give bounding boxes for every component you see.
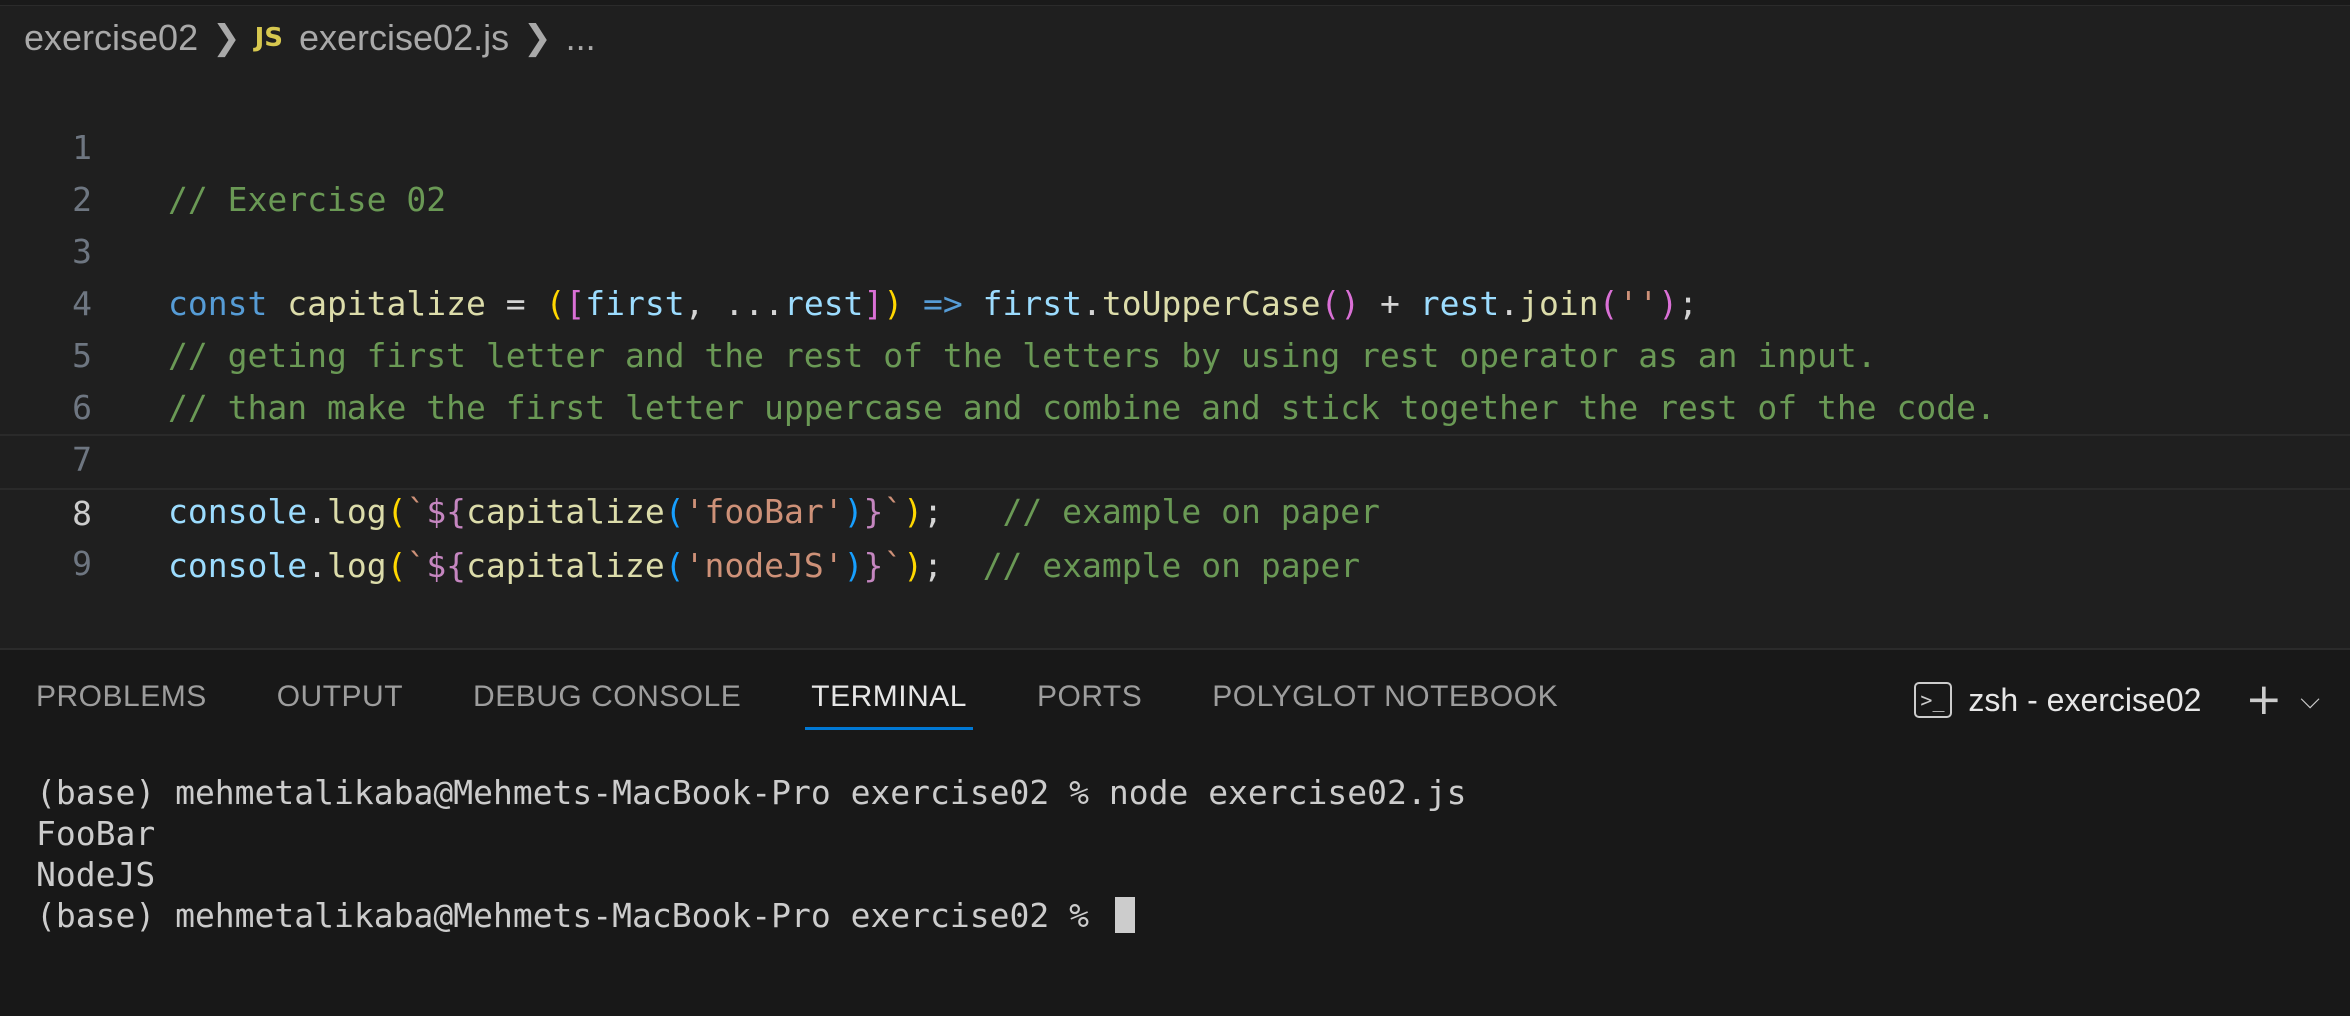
terminal-toolbar: >_ zsh - exercise02 + ⌵ — [1914, 678, 2320, 722]
code-editor[interactable]: 1 // Exercise 02 2 3 const capitalize = … — [0, 70, 2350, 650]
terminal-line: (base) mehmetalikaba@Mehmets-MacBook-Pro… — [36, 773, 1467, 812]
line-number: 9 — [72, 544, 92, 583]
chevron-down-icon[interactable]: ⌵ — [2300, 684, 2320, 716]
tab-polyglot-notebook[interactable]: POLYGLOT NOTEBOOK — [1212, 680, 1558, 730]
panel-tabs: PROBLEMS OUTPUT DEBUG CONSOLE TERMINAL P… — [36, 680, 1628, 730]
tab-debug-console[interactable]: DEBUG CONSOLE — [473, 680, 741, 730]
javascript-file-icon: JS — [254, 23, 283, 53]
tab-problems[interactable]: PROBLEMS — [36, 680, 207, 730]
breadcrumb: exercise02 ❯ JS exercise02.js ❯ ... — [24, 14, 596, 62]
code-line[interactable]: 4 // geting first letter and the rest of… — [0, 226, 2350, 375]
terminal-cursor — [1114, 897, 1135, 933]
terminal-line: FooBar — [36, 814, 156, 853]
code-statement: console.log(`${capitalize('nodeJS')}`); … — [168, 546, 1361, 585]
tab-output[interactable]: OUTPUT — [277, 680, 403, 730]
chevron-right-icon: ❯ — [212, 19, 241, 57]
breadcrumb-folder[interactable]: exercise02 — [24, 17, 198, 59]
chevron-right-icon: ❯ — [523, 19, 552, 57]
terminal-output[interactable]: (base) mehmetalikaba@Mehmets-MacBook-Pro… — [36, 772, 1466, 936]
code-line-active[interactable]: 8 console.log(`${capitalize('nodeJS')}`)… — [0, 434, 2350, 585]
terminal-line: NodeJS — [36, 855, 156, 894]
breadcrumb-symbols[interactable]: ... — [566, 17, 596, 59]
code-line[interactable]: 6 — [0, 330, 2350, 427]
code-line[interactable]: 5 // than make the first letter uppercas… — [0, 278, 2350, 427]
tab-ports[interactable]: PORTS — [1037, 680, 1142, 730]
code-line[interactable]: 9 — [0, 486, 2350, 583]
terminal-prompt-line[interactable]: (base) mehmetalikaba@Mehmets-MacBook-Pro… — [36, 895, 1466, 936]
code-line[interactable]: 2 — [0, 122, 2350, 219]
breadcrumb-file[interactable]: exercise02.js — [299, 17, 509, 59]
bottom-panel: PROBLEMS OUTPUT DEBUG CONSOLE TERMINAL P… — [0, 648, 2350, 1016]
terminal-prompt: (base) mehmetalikaba@Mehmets-MacBook-Pro… — [36, 896, 1109, 935]
code-line[interactable]: 7 console.log(`${capitalize('fooBar')}`)… — [0, 382, 2350, 531]
window-top-border — [0, 0, 2350, 6]
plus-icon[interactable]: + — [2245, 678, 2282, 722]
terminal-icon: >_ — [1914, 682, 1953, 718]
code-line[interactable]: 3 const capitalize = ([first, ...rest]) … — [0, 174, 2350, 323]
tab-terminal[interactable]: TERMINAL — [805, 680, 973, 730]
code-line[interactable]: 1 // Exercise 02 — [0, 70, 2350, 219]
terminal-instance-name[interactable]: zsh - exercise02 — [1968, 682, 2201, 719]
